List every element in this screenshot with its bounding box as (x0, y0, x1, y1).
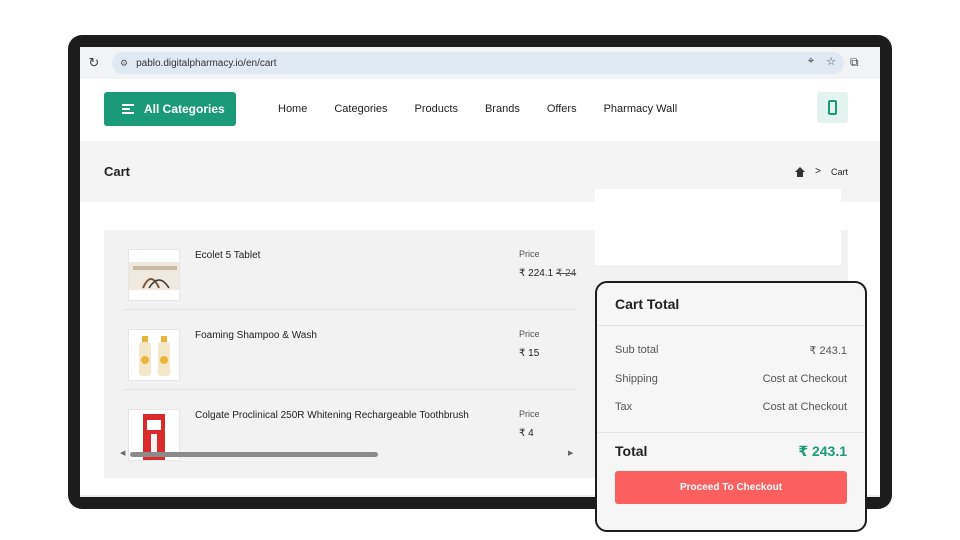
extensions-icon[interactable]: ⧉ (850, 55, 859, 70)
cart-item: Foaming Shampoo & Wash Price ₹ 15 (124, 310, 576, 390)
shipping-row: Shipping Cost at Checkout (615, 373, 847, 385)
price-label: Price (519, 409, 540, 419)
total-value: ₹ 243.1 (798, 443, 847, 459)
subtotal-value: ₹ 243.1 (809, 345, 847, 357)
cart-item: Ecolet 5 Tablet Price ₹ 224.1 ₹ 24 (124, 230, 576, 310)
tax-value: Cost at Checkout (762, 401, 847, 413)
reload-icon[interactable]: ↻ (80, 55, 108, 71)
breadcrumb: > Cart (795, 166, 848, 177)
nav-home[interactable]: Home (278, 103, 307, 115)
divider (597, 325, 865, 326)
home-icon[interactable] (795, 166, 806, 177)
address-bar[interactable]: ⚙ pablo.digitalpharmacy.io/en/cart ⌖ ☆ (112, 52, 844, 74)
subtotal-row: Sub total ₹ 243.1 (615, 344, 847, 357)
price-value: ₹ 15 (519, 348, 539, 359)
price-label: Price (519, 329, 540, 339)
cart-total-card: Cart Total Sub total ₹ 243.1 Shipping Co… (595, 281, 867, 532)
nav-offers[interactable]: Offers (547, 103, 577, 115)
old-price: ₹ 24 (555, 268, 577, 279)
url-text[interactable]: pablo.digitalpharmacy.io/en/cart (136, 58, 276, 69)
tax-row: Tax Cost at Checkout (615, 401, 847, 413)
horizontal-scrollbar[interactable]: ◀ ▶ (120, 449, 574, 458)
breadcrumb-current: Cart (830, 166, 848, 177)
product-image[interactable] (128, 329, 180, 381)
nav-brands[interactable]: Brands (485, 103, 520, 115)
total-label: Total (615, 443, 648, 459)
tax-label: Tax (615, 401, 633, 413)
item-name[interactable]: Ecolet 5 Tablet (195, 250, 260, 261)
main-menu: Home Categories Products Brands Offers P… (278, 103, 704, 115)
phone-icon (828, 100, 837, 115)
menu-icon (122, 102, 134, 116)
all-categories-button[interactable]: All Categories (104, 92, 236, 126)
price-value: ₹ 224.1 ₹ 24 (519, 268, 576, 279)
subtotal-label: Sub total (615, 344, 659, 356)
mobile-app-button[interactable] (817, 92, 848, 123)
bookmark-star-icon[interactable]: ☆ (826, 55, 836, 68)
shipping-value: Cost at Checkout (762, 373, 847, 385)
proceed-to-checkout-button[interactable]: Proceed To Checkout (615, 471, 847, 504)
breadcrumb-separator: > (815, 166, 821, 177)
site-settings-icon[interactable]: ⚙ (120, 58, 128, 69)
scroll-right-icon[interactable]: ▶ (568, 449, 573, 457)
item-name[interactable]: Foaming Shampoo & Wash (195, 330, 317, 341)
site-nav: All Categories Home Categories Products … (80, 79, 880, 141)
all-categories-label: All Categories (144, 102, 225, 116)
nav-products[interactable]: Products (415, 103, 458, 115)
browser-toolbar: ↻ ⚙ pablo.digitalpharmacy.io/en/cart ⌖ ☆… (80, 47, 880, 79)
current-price: ₹ 224.1 (519, 268, 554, 279)
item-name[interactable]: Colgate Proclinical 250R Whitening Recha… (195, 410, 469, 421)
divider (597, 432, 865, 433)
cart-total-title: Cart Total (615, 296, 680, 312)
nav-pharmacy-wall[interactable]: Pharmacy Wall (604, 103, 678, 115)
cart-item: Colgate Proclinical 250R Whitening Recha… (124, 390, 576, 470)
shipping-label: Shipping (615, 373, 658, 385)
location-icon[interactable]: ⌖ (808, 55, 814, 68)
total-row: Total ₹ 243.1 (615, 443, 847, 459)
price-value: ₹ 4 (519, 428, 534, 439)
scrollbar-thumb[interactable] (130, 452, 378, 457)
scroll-left-icon[interactable]: ◀ (120, 449, 125, 457)
price-label: Price (519, 249, 540, 259)
nav-categories[interactable]: Categories (334, 103, 387, 115)
current-price: ₹ 15 (519, 348, 540, 359)
current-price: ₹ 4 (519, 428, 534, 439)
blank-overlay (595, 189, 841, 265)
product-image[interactable] (128, 249, 180, 301)
page-title: Cart (104, 164, 131, 179)
